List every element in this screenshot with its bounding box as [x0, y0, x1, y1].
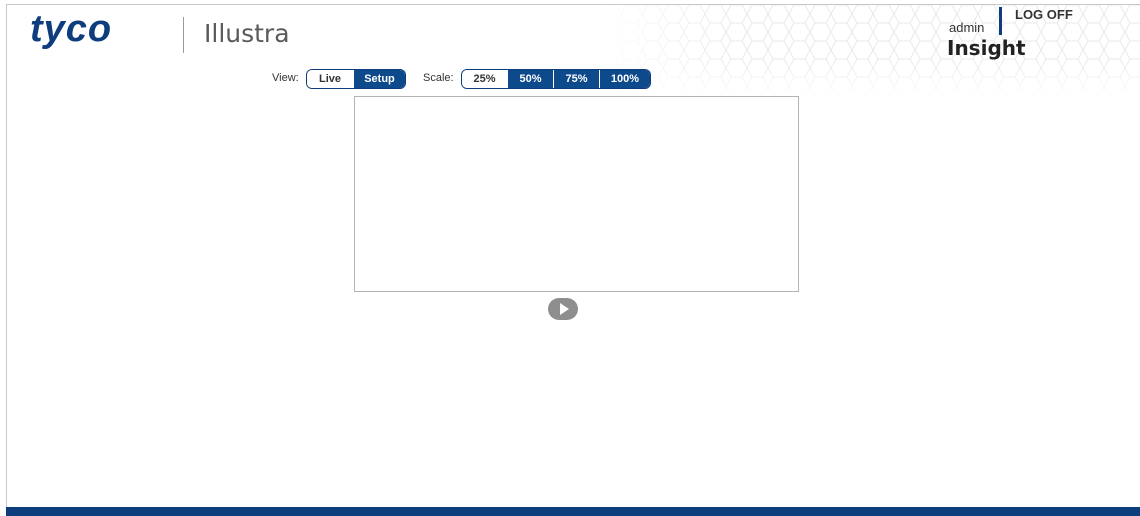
tyco-logo: tyco: [30, 8, 113, 50]
scale-25-button[interactable]: 25%: [462, 70, 507, 88]
footer-bar: [6, 507, 1140, 516]
user-divider: [999, 7, 1002, 35]
scale-100-button[interactable]: 100%: [599, 70, 650, 88]
scale-75-button[interactable]: 75%: [553, 70, 599, 88]
illustra-product-name: Illustra: [204, 19, 290, 48]
play-button[interactable]: [548, 298, 578, 320]
video-viewport[interactable]: [354, 96, 799, 292]
current-user: admin: [949, 20, 985, 35]
scale-50-button[interactable]: 50%: [507, 70, 553, 88]
play-icon: [560, 303, 569, 315]
view-live-button[interactable]: Live: [307, 70, 353, 88]
logo-divider: [183, 17, 184, 53]
view-setup-button[interactable]: Setup: [353, 70, 405, 88]
scale-toggle: 25% 50% 75% 100%: [461, 69, 651, 89]
view-toggle: Live Setup: [306, 69, 406, 89]
view-label: View:: [272, 72, 299, 84]
logoff-button[interactable]: LOG OFF: [1015, 7, 1073, 22]
scale-label: Scale:: [423, 72, 454, 84]
insight-app-name: Insight: [947, 36, 1026, 60]
